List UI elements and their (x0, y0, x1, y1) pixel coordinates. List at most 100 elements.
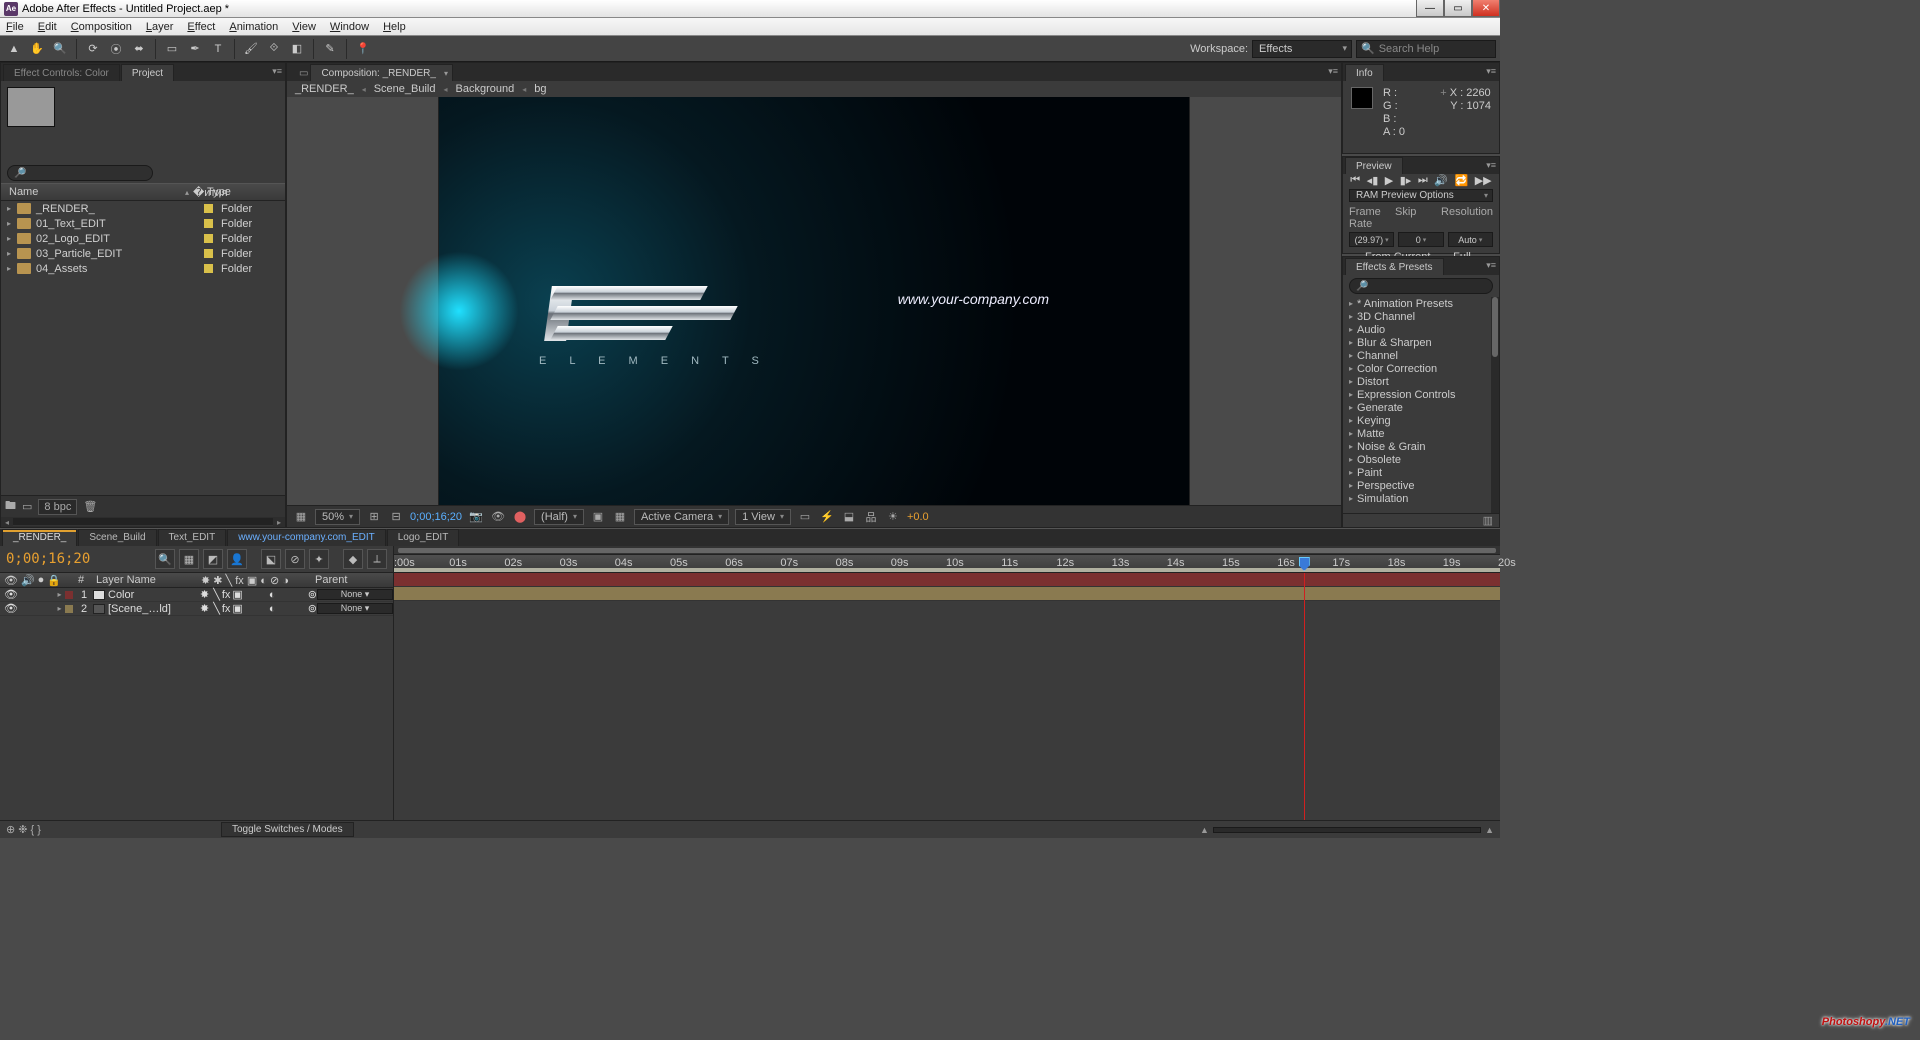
fast-preview-icon[interactable]: ⚡ (819, 509, 835, 525)
project-item[interactable]: ▸04_AssetsFolder (1, 261, 285, 276)
res-box[interactable]: Auto (1448, 232, 1493, 247)
fx-category[interactable]: ▸Paint (1343, 466, 1499, 479)
project-search[interactable]: 🔎 (7, 165, 153, 181)
menu-help[interactable]: Help (383, 21, 406, 33)
roto-tool[interactable]: ✎ (320, 39, 340, 59)
draft3d-icon[interactable]: ◩ (203, 549, 223, 569)
fx-scrollbar[interactable] (1491, 297, 1499, 513)
motion-blur-icon[interactable]: ⊘ (285, 549, 305, 569)
panel-menu-icon[interactable]: ▾≡ (1486, 160, 1496, 171)
panel-menu-icon[interactable]: ▾≡ (1486, 260, 1496, 271)
selection-tool[interactable]: ▲ (4, 39, 24, 59)
framerate-box[interactable]: (29.97) (1349, 232, 1394, 247)
bpc-button[interactable]: 8 bpc (38, 499, 77, 515)
eraser-tool[interactable]: ◧ (287, 39, 307, 59)
timeline-timecode[interactable]: 0;00;16;20 (6, 551, 90, 567)
parent-dropdown[interactable]: None ▾ (317, 603, 393, 614)
ram-preview-button[interactable]: ▶▶ (1475, 174, 1492, 187)
fx-category[interactable]: ▸Color Correction (1343, 362, 1499, 375)
maximize-button[interactable]: ▭ (1444, 0, 1472, 17)
timeline-overview[interactable] (394, 546, 1500, 555)
search-help[interactable]: 🔍Search Help (1356, 40, 1496, 58)
menu-edit[interactable]: Edit (38, 21, 57, 33)
graph-editor-icon[interactable]: ⟂ (367, 549, 387, 569)
fx-category[interactable]: ▸Perspective (1343, 479, 1499, 492)
timeline-tab[interactable]: Logo_EDIT (387, 529, 460, 546)
fx-category[interactable]: ▸Simulation (1343, 492, 1499, 505)
project-item[interactable]: ▸_RENDER_Folder (1, 201, 285, 216)
toggle-switches-button[interactable]: Toggle Switches / Modes (221, 822, 354, 837)
timeline-tab[interactable]: Text_EDIT (158, 529, 227, 546)
timeline-tab[interactable]: Scene_Build (78, 529, 156, 546)
ram-preview-dropdown[interactable]: RAM Preview Options (1349, 189, 1493, 202)
roi-icon[interactable]: ▣ (590, 509, 606, 525)
tab-project[interactable]: Project (121, 64, 174, 81)
close-button[interactable]: ✕ (1472, 0, 1500, 17)
menu-effect[interactable]: Effect (187, 21, 215, 33)
tab-preview[interactable]: Preview (1345, 157, 1403, 174)
project-hscroll[interactable]: ◂▸ (1, 517, 285, 527)
pan-behind-tool[interactable]: ⬌ (129, 39, 149, 59)
camera-dropdown[interactable]: Active Camera (634, 509, 729, 525)
last-frame-button[interactable]: ⏭ (1418, 174, 1428, 187)
video-col-icon[interactable]: 👁 (4, 574, 18, 587)
cti-head[interactable] (1299, 555, 1310, 573)
text-tool[interactable]: T (208, 39, 228, 59)
project-item[interactable]: ▸02_Logo_EDITFolder (1, 231, 285, 246)
exposure-value[interactable]: +0.0 (907, 511, 929, 523)
zoom-tool[interactable]: 🔍 (50, 39, 70, 59)
fx-category[interactable]: ▸Matte (1343, 427, 1499, 440)
comp-mini-icon[interactable]: ▦ (179, 549, 199, 569)
first-frame-button[interactable]: ⏮ (1350, 174, 1360, 187)
timeline-tab[interactable]: www.your-company.com_EDIT (227, 529, 386, 546)
fx-category[interactable]: ▸Keying (1343, 414, 1499, 427)
rect-tool[interactable]: ▭ (162, 39, 182, 59)
timeline-zoom[interactable]: ▲▲ (1200, 825, 1500, 835)
flow-item[interactable]: Scene_Build (374, 83, 436, 95)
comp-timecode[interactable]: 0;00;16;20 (410, 511, 462, 523)
menu-composition[interactable]: Composition (71, 21, 132, 33)
tab-composition[interactable]: Composition: _RENDER_ (310, 64, 453, 81)
transparency-icon[interactable]: ▦ (612, 509, 628, 525)
menu-view[interactable]: View (292, 21, 316, 33)
fx-category[interactable]: ▸Blur & Sharpen (1343, 336, 1499, 349)
trash-icon[interactable]: 🗑 (83, 500, 97, 513)
workspace-dropdown[interactable]: Effects (1252, 40, 1352, 58)
fx-search[interactable]: 🔎 (1349, 278, 1493, 294)
frame-blend-icon[interactable]: ⬕ (261, 549, 281, 569)
minimize-button[interactable]: — (1416, 0, 1444, 17)
next-frame-button[interactable]: ▮▸ (1400, 174, 1412, 187)
track-layer-2[interactable] (394, 587, 1500, 601)
menu-layer[interactable]: Layer (146, 21, 174, 33)
show-snapshot-icon[interactable]: 👁 (490, 509, 506, 525)
new-bin-icon[interactable]: ▥ (1483, 514, 1493, 527)
panel-menu-icon[interactable]: ▾≡ (1328, 66, 1338, 77)
menu-file[interactable]: File (6, 21, 24, 33)
views-dropdown[interactable]: 1 View (735, 509, 791, 525)
fx-category[interactable]: ▸Noise & Grain (1343, 440, 1499, 453)
zoom-dropdown[interactable]: 50% (315, 509, 360, 525)
timeline-tab[interactable]: _RENDER_ (2, 529, 77, 546)
fx-category[interactable]: ▸Distort (1343, 375, 1499, 388)
new-folder-icon[interactable]: ▭ (22, 500, 32, 513)
fx-category[interactable]: ▸3D Channel (1343, 310, 1499, 323)
fx-category[interactable]: ▸Obsolete (1343, 453, 1499, 466)
project-item[interactable]: ▸03_Particle_EDITFolder (1, 246, 285, 261)
fx-category[interactable]: ▸Generate (1343, 401, 1499, 414)
flow-item[interactable]: _RENDER_ (295, 83, 354, 95)
flow-item[interactable]: bg (534, 83, 546, 95)
solo-col-icon[interactable]: ● (38, 574, 45, 587)
camera-tool[interactable]: ⦿ (106, 39, 126, 59)
flow-item[interactable]: Background (456, 83, 515, 95)
layer-row[interactable]: 👁▸2[Scene_…ld]✸╲fx▣◐⊚None ▾ (0, 602, 393, 616)
interpret-icon[interactable]: 🖿 (5, 497, 16, 516)
snapshot-icon[interactable]: 📷 (468, 509, 484, 525)
puppet-tool[interactable]: 📍 (353, 39, 373, 59)
mute-button[interactable]: 🔊 (1434, 174, 1448, 187)
menu-window[interactable]: Window (330, 21, 369, 33)
fx-category[interactable]: ▸Audio (1343, 323, 1499, 336)
tab-info[interactable]: Info (1345, 64, 1384, 81)
tab-effect-controls[interactable]: Effect Controls: Color (3, 64, 120, 81)
skip-box[interactable]: 0 (1398, 232, 1443, 247)
timeline-icon[interactable]: ⬓ (841, 509, 857, 525)
